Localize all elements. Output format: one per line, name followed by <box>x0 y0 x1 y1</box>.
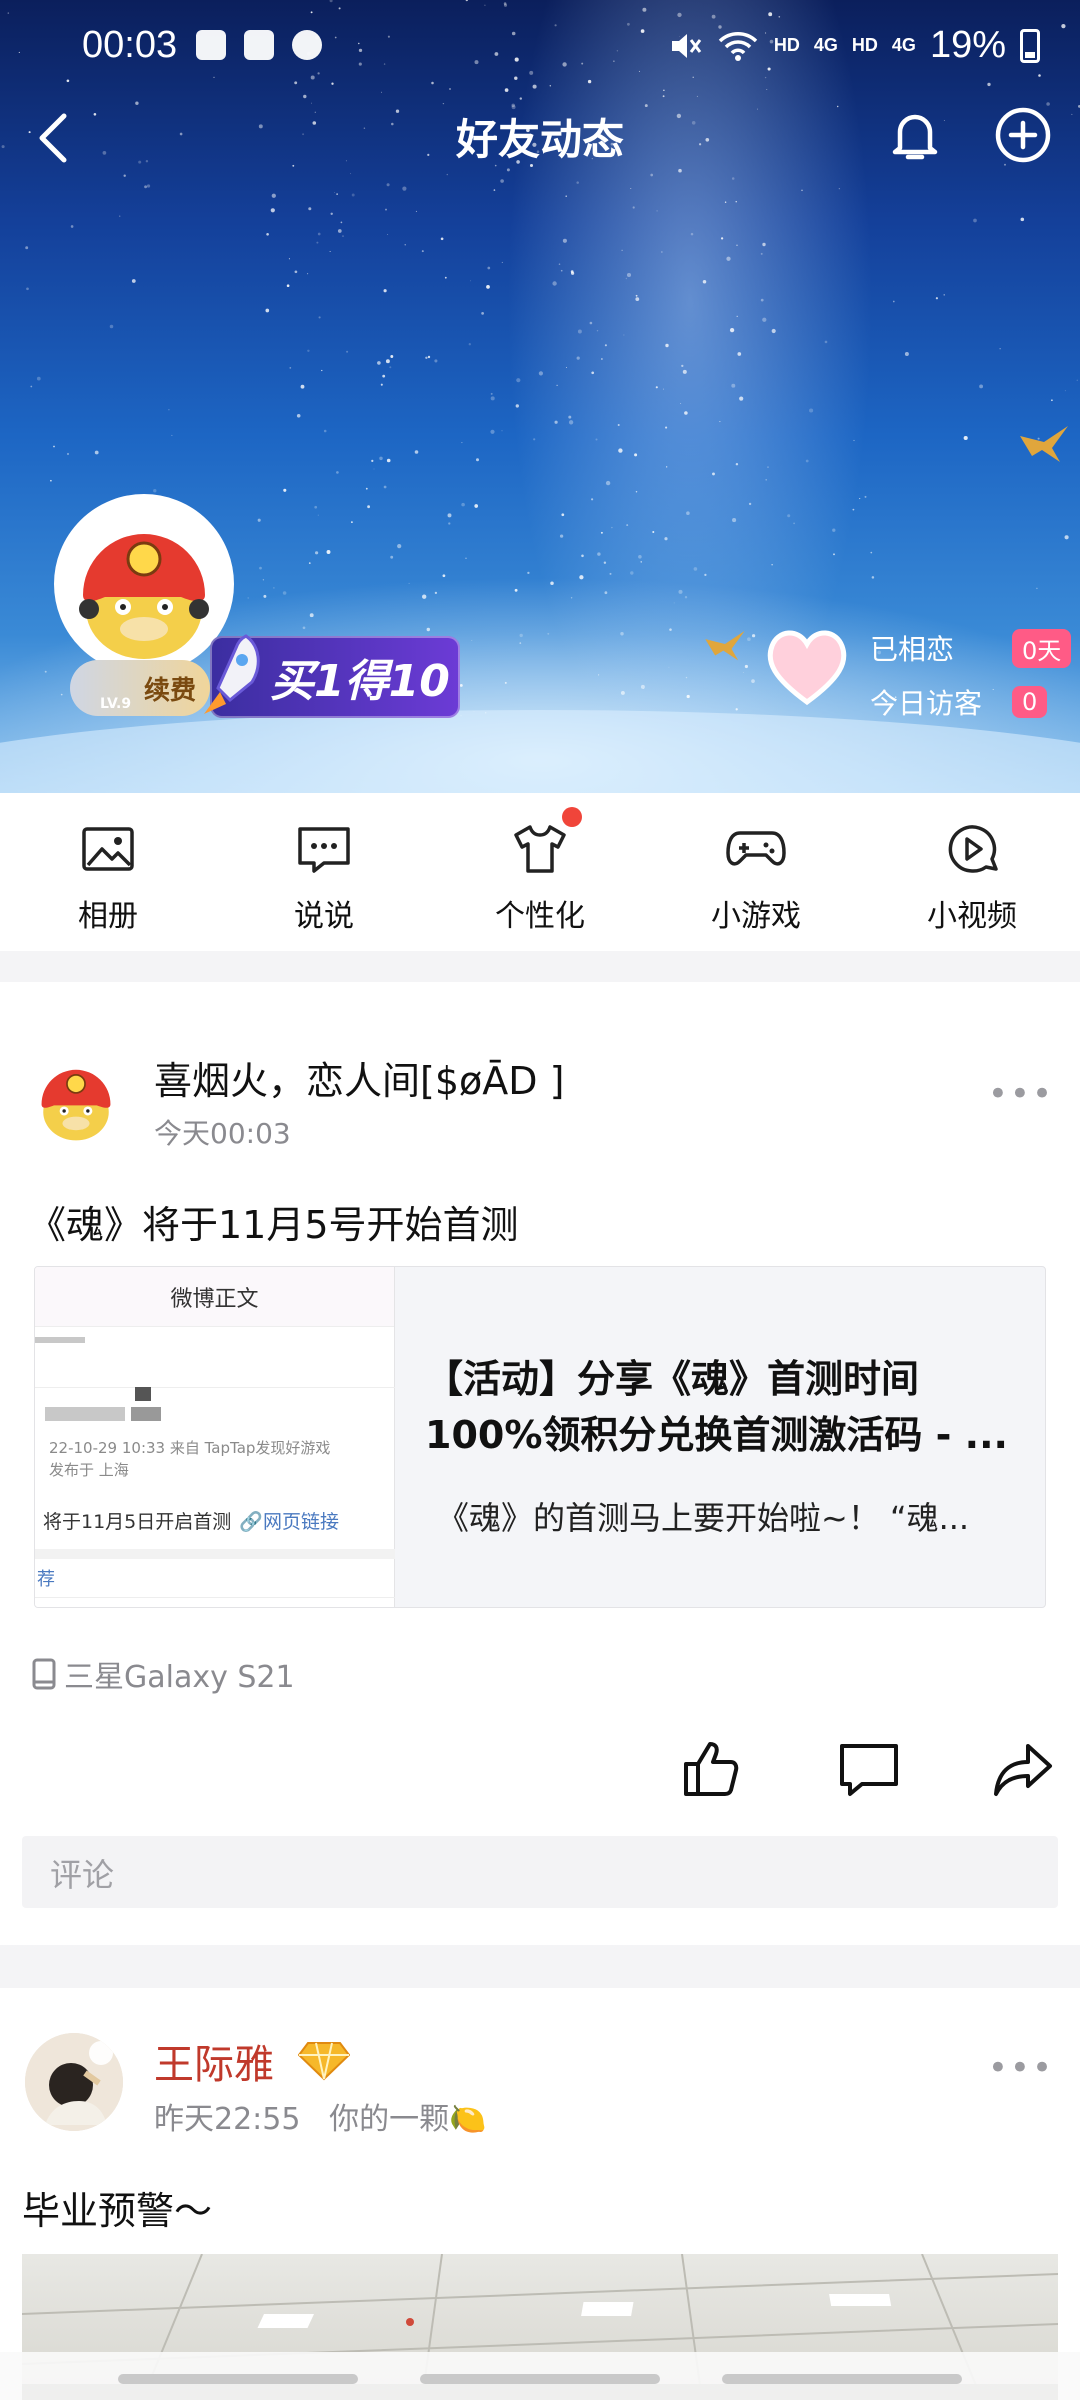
shared-link-card[interactable]: 微博正文 22-10-29 10:33 来自 TapTap发现好游戏 发布于 上… <box>34 1266 1046 1608</box>
device-name: 三星Galaxy S21 <box>64 1660 295 1695</box>
relationship-label: 已相恋 <box>870 633 955 666</box>
quick-nav-label: 个性化 <box>495 899 585 934</box>
post-text: 《魂》将于11月5号开始首测 <box>28 1203 519 1247</box>
post-actions <box>0 1730 1080 1810</box>
relationship-days-badge: 0天 <box>1012 628 1072 668</box>
quick-nav-games[interactable]: 小游戏 <box>648 793 864 951</box>
add-circle-icon[interactable] <box>988 100 1058 170</box>
gesture-handle[interactable] <box>722 2374 962 2384</box>
share-arrow-icon[interactable] <box>990 1736 1056 1802</box>
status-bar: 00:03 HD 4G HD 4G 19% <box>0 0 1080 96</box>
comment-input[interactable]: 评论 <box>22 1836 1058 1908</box>
thumbnail-text-line: 将于11月5日开启首测 <box>43 1511 232 1533</box>
mute-icon <box>671 33 702 58</box>
gesture-bar <box>0 2352 1080 2400</box>
vip-renew-label: 续费 <box>143 675 196 706</box>
quick-nav-label: 说说 <box>294 899 354 934</box>
quick-nav: 相册 说说 个性化 小游戏 小视频 <box>0 793 1080 951</box>
feed-post: 喜烟火，恋人间[$øĀD ] 今天00:03 ••• 《魂》将于11月5号开始首… <box>0 982 1080 1945</box>
signal-4g-2: 4G <box>891 35 916 55</box>
vip-level-label: LV.9 <box>100 696 132 712</box>
thumbnail-header: 微博正文 <box>35 1267 394 1327</box>
more-options-icon[interactable]: ••• <box>988 2048 1054 2088</box>
duck-avatar-icon <box>28 1050 124 1146</box>
heart-icon[interactable] <box>764 626 850 706</box>
link-title: 【活动】分享《魂》首测时间 100%领积分兑换首测激活码 - ... <box>425 1357 1008 1457</box>
vip-renew-badge[interactable]: LV.9 续费 <box>70 660 210 716</box>
quick-nav-shuoshuo[interactable]: 说说 <box>216 793 432 951</box>
thumbnail-web-link-label: 网页链接 <box>262 1511 339 1533</box>
visitors-row[interactable]: 今日访客 0 <box>870 682 1048 722</box>
link-thumbnail: 微博正文 22-10-29 10:33 来自 TapTap发现好游戏 发布于 上… <box>35 1267 395 1607</box>
post-time: 今天00:03 <box>154 1117 291 1150</box>
thumbnail-redacted <box>35 1337 85 1343</box>
hd-label-2: HD <box>851 35 878 55</box>
video-play-icon <box>948 825 998 873</box>
post-author-avatar[interactable] <box>28 1050 124 1146</box>
post-text: 毕业预警～ <box>22 2189 213 2233</box>
bird-decoration-icon <box>1020 426 1068 462</box>
promo-label: 买1得10 <box>270 656 450 707</box>
quick-nav-label: 小游戏 <box>711 899 801 934</box>
thumbnail-meta-line: 发布于 上海 <box>49 1461 129 1479</box>
post-author-name[interactable]: 王际雅 <box>154 2032 350 2090</box>
thumbnail-redacted <box>131 1407 161 1421</box>
phone-icon <box>32 1658 56 1690</box>
thumbnail-redacted <box>135 1387 151 1401</box>
battery-icon <box>1020 28 1040 63</box>
link-description: 《魂》的首测马上要开始啦~！ “魂... <box>437 1499 970 1537</box>
status-right: HD 4G HD 4G 19% <box>668 24 1040 67</box>
gamepad-icon <box>726 831 786 866</box>
post-author-name[interactable]: 喜烟火，恋人间[$øĀD ] <box>154 1050 564 1105</box>
author-name-text: 王际雅 <box>154 2042 274 2088</box>
thumbnail-meta-line: 22-10-29 10:33 来自 TapTap发现好游戏 <box>49 1439 331 1457</box>
like-thumb-icon[interactable] <box>678 1736 744 1802</box>
status-time: 00:03 <box>82 24 178 66</box>
post-extra: 你的一颗🍋 <box>329 2102 487 2137</box>
quick-nav-label: 小视频 <box>927 899 1017 934</box>
planet-notification-icon <box>292 30 322 60</box>
quick-nav-album[interactable]: 相册 <box>0 793 216 951</box>
girl-avatar-icon <box>25 2033 123 2131</box>
notification-icons <box>196 30 322 60</box>
cover-banner: 00:03 HD 4G HD 4G 19% 好友动态 LV.9 续费 买1得10… <box>0 0 1080 793</box>
rocket-icon <box>204 634 260 714</box>
more-options-icon[interactable]: ••• <box>988 1074 1054 1114</box>
bird-decoration-icon <box>705 630 745 661</box>
hd-label-1: HD <box>773 35 800 55</box>
feed-post: 王际雅 昨天22:55 你的一颗🍋 ••• 毕业预警～ <box>0 1988 1080 2400</box>
nav-bar: 好友动态 <box>0 96 1080 178</box>
bell-icon[interactable] <box>880 100 950 170</box>
post-author-avatar[interactable] <box>22 2030 126 2134</box>
photo-album-icon <box>82 827 134 871</box>
battery-percent: 19% <box>929 24 1006 66</box>
comment-bubble-icon[interactable] <box>836 1736 902 1802</box>
relationship-row[interactable]: 已相恋 0天 <box>870 628 1072 668</box>
wifi-icon <box>718 31 758 61</box>
thumbnail-recommend: 荐 <box>37 1569 55 1590</box>
image-notification-icon <box>244 30 274 60</box>
diamond-icon <box>298 2042 350 2081</box>
visitors-label: 今日访客 <box>870 687 983 720</box>
post-time: 昨天22:55 <box>154 2102 301 2137</box>
gesture-handle[interactable] <box>118 2374 358 2384</box>
shirt-icon <box>514 825 566 873</box>
post-device: 三星Galaxy S21 <box>30 1652 295 1696</box>
thumbnail-web-link: 🔗网页链接 <box>239 1511 339 1533</box>
quick-nav-personalize[interactable]: 个性化 <box>432 793 648 951</box>
quick-nav-label: 相册 <box>78 899 138 934</box>
gesture-handle[interactable] <box>420 2374 660 2384</box>
message-icon <box>298 827 350 873</box>
quick-nav-videos[interactable]: 小视频 <box>864 793 1080 951</box>
app-notification-icon <box>196 30 226 60</box>
thumbnail-redacted <box>45 1407 125 1421</box>
new-dot-badge <box>562 807 582 827</box>
post-time-row: 昨天22:55 你的一颗🍋 <box>154 2094 486 2138</box>
visitors-count-badge: 0 <box>1012 686 1048 718</box>
signal-4g-1: 4G <box>813 35 838 55</box>
thumbnail-text: 将于11月5日开启首测 🔗网页链接 <box>43 1507 339 1534</box>
thumbnail-meta: 22-10-29 10:33 来自 TapTap发现好游戏 发布于 上海 <box>49 1437 330 1481</box>
